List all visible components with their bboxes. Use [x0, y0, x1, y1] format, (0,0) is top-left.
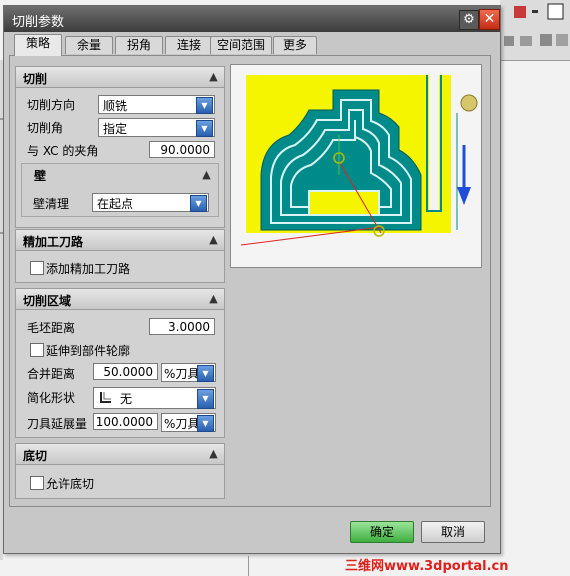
background-divider: [248, 556, 249, 576]
cancel-button[interactable]: 取消: [421, 521, 485, 543]
tab-corners[interactable]: 拐角: [115, 36, 163, 54]
dialog-titlebar[interactable]: 切削参数 ⚙ ✕: [4, 6, 500, 32]
tool-extension-label: 刀具延展量: [27, 417, 88, 431]
simplify-shape-value: 无: [120, 392, 133, 406]
collapse-up-icon[interactable]: ▲: [206, 291, 221, 306]
cut-direction-value: 顺铣: [103, 99, 128, 113]
cut-group: 切削 ▲ 切削方向 顺铣 ▼ 切削角 指定 ▼ 与 XC 的夹角 90.0000…: [15, 66, 225, 228]
finish-pass-header[interactable]: 精加工刀路 ▲: [16, 230, 224, 251]
finish-pass-title: 精加工刀路: [23, 235, 84, 249]
tool-icon: [460, 94, 478, 112]
merge-unit-select[interactable]: %刀具 ▼: [161, 363, 216, 382]
wall-subgroup: 壁 ▲ 壁清理 在起点 ▼: [21, 163, 219, 217]
background-toolbar: [500, 0, 570, 61]
collapse-up-icon[interactable]: ▲: [206, 69, 221, 84]
cut-angle-value: 指定: [103, 122, 128, 136]
tool-extension-unit-value: %刀具: [164, 417, 200, 431]
undercut-title: 底切: [23, 449, 48, 463]
add-finish-pass-label: 添加精加工刀路: [46, 262, 131, 276]
close-icon[interactable]: ✕: [479, 9, 500, 30]
corner-shape-icon: [99, 391, 112, 404]
collapse-up-icon[interactable]: ▲: [206, 446, 221, 461]
tab-stock[interactable]: 余量: [65, 36, 113, 54]
allow-undercut-checkbox[interactable]: [30, 476, 44, 490]
extend-to-part-checkbox[interactable]: [30, 343, 44, 357]
tool-extension-unit-select[interactable]: %刀具 ▼: [161, 413, 216, 432]
allow-undercut-label: 允许底切: [46, 477, 95, 491]
cut-region-title: 切削区域: [23, 294, 72, 308]
cut-angle-select[interactable]: 指定 ▼: [98, 118, 215, 137]
undercut-group: 底切 ▲ 允许底切: [15, 443, 225, 499]
collapse-up-icon[interactable]: ▲: [199, 167, 214, 182]
toolbar-icons: [504, 3, 568, 46]
xc-angle-input[interactable]: 90.0000: [149, 141, 215, 158]
blank-distance-label: 毛坯距离: [27, 321, 76, 335]
tab-connections[interactable]: 连接: [165, 36, 213, 54]
cut-region-group: 切削区域 ▲ 毛坯距离 3.0000 延伸到部件轮廓 合并距离 50.0000 …: [15, 288, 225, 438]
cut-direction-select[interactable]: 顺铣 ▼: [98, 95, 215, 114]
tab-more[interactable]: 更多: [273, 36, 317, 54]
background-divider: [500, 60, 570, 61]
merge-unit-value: %刀具: [164, 367, 200, 381]
gear-icon[interactable]: ⚙: [459, 10, 479, 30]
blank-distance-input[interactable]: 3.0000: [149, 318, 215, 335]
dropdown-arrow-icon[interactable]: ▼: [196, 120, 213, 137]
finish-pass-group: 精加工刀路 ▲ 添加精加工刀路: [15, 229, 225, 283]
cut-group-title: 切削: [23, 72, 48, 86]
watermark: 三维网www.3dportal.cn: [345, 559, 509, 574]
cut-angle-label: 切削角: [27, 121, 64, 135]
dropdown-arrow-icon[interactable]: ▼: [197, 415, 214, 432]
undercut-header[interactable]: 底切 ▲: [16, 444, 224, 465]
dialog-title: 切削参数: [12, 15, 65, 30]
ok-button[interactable]: 确定: [350, 521, 414, 543]
tab-strategy[interactable]: 策略: [14, 34, 62, 56]
merge-distance-label: 合并距离: [27, 367, 76, 381]
toolpath-illustration: [240, 75, 478, 246]
simplify-shape-select[interactable]: 无 ▼: [93, 387, 216, 409]
collapse-up-icon[interactable]: ▲: [206, 232, 221, 247]
tool-extension-input[interactable]: 100.0000: [93, 413, 158, 430]
cut-region-header[interactable]: 切削区域 ▲: [16, 289, 224, 310]
cut-group-header[interactable]: 切削 ▲: [16, 67, 224, 88]
wall-subgroup-title: 壁: [34, 169, 47, 183]
dropdown-arrow-icon[interactable]: ▼: [190, 195, 207, 212]
wall-cleanup-value: 在起点: [97, 197, 134, 211]
dropdown-arrow-icon[interactable]: ▼: [197, 389, 214, 409]
wall-cleanup-label: 壁清理: [33, 197, 70, 211]
dropdown-arrow-icon[interactable]: ▼: [196, 97, 213, 114]
extend-to-part-label: 延伸到部件轮廓: [46, 344, 131, 358]
merge-distance-input[interactable]: 50.0000: [93, 363, 158, 380]
wall-cleanup-select[interactable]: 在起点 ▼: [92, 193, 209, 212]
dropdown-arrow-icon[interactable]: ▼: [197, 365, 214, 382]
strategy-preview-image: [230, 64, 482, 268]
simplify-shape-label: 简化形状: [27, 391, 76, 405]
tab-containment[interactable]: 空间范围: [210, 36, 272, 54]
xc-angle-label: 与 XC 的夹角: [27, 144, 99, 158]
cut-direction-label: 切削方向: [27, 98, 76, 112]
add-finish-pass-checkbox[interactable]: [30, 261, 44, 275]
